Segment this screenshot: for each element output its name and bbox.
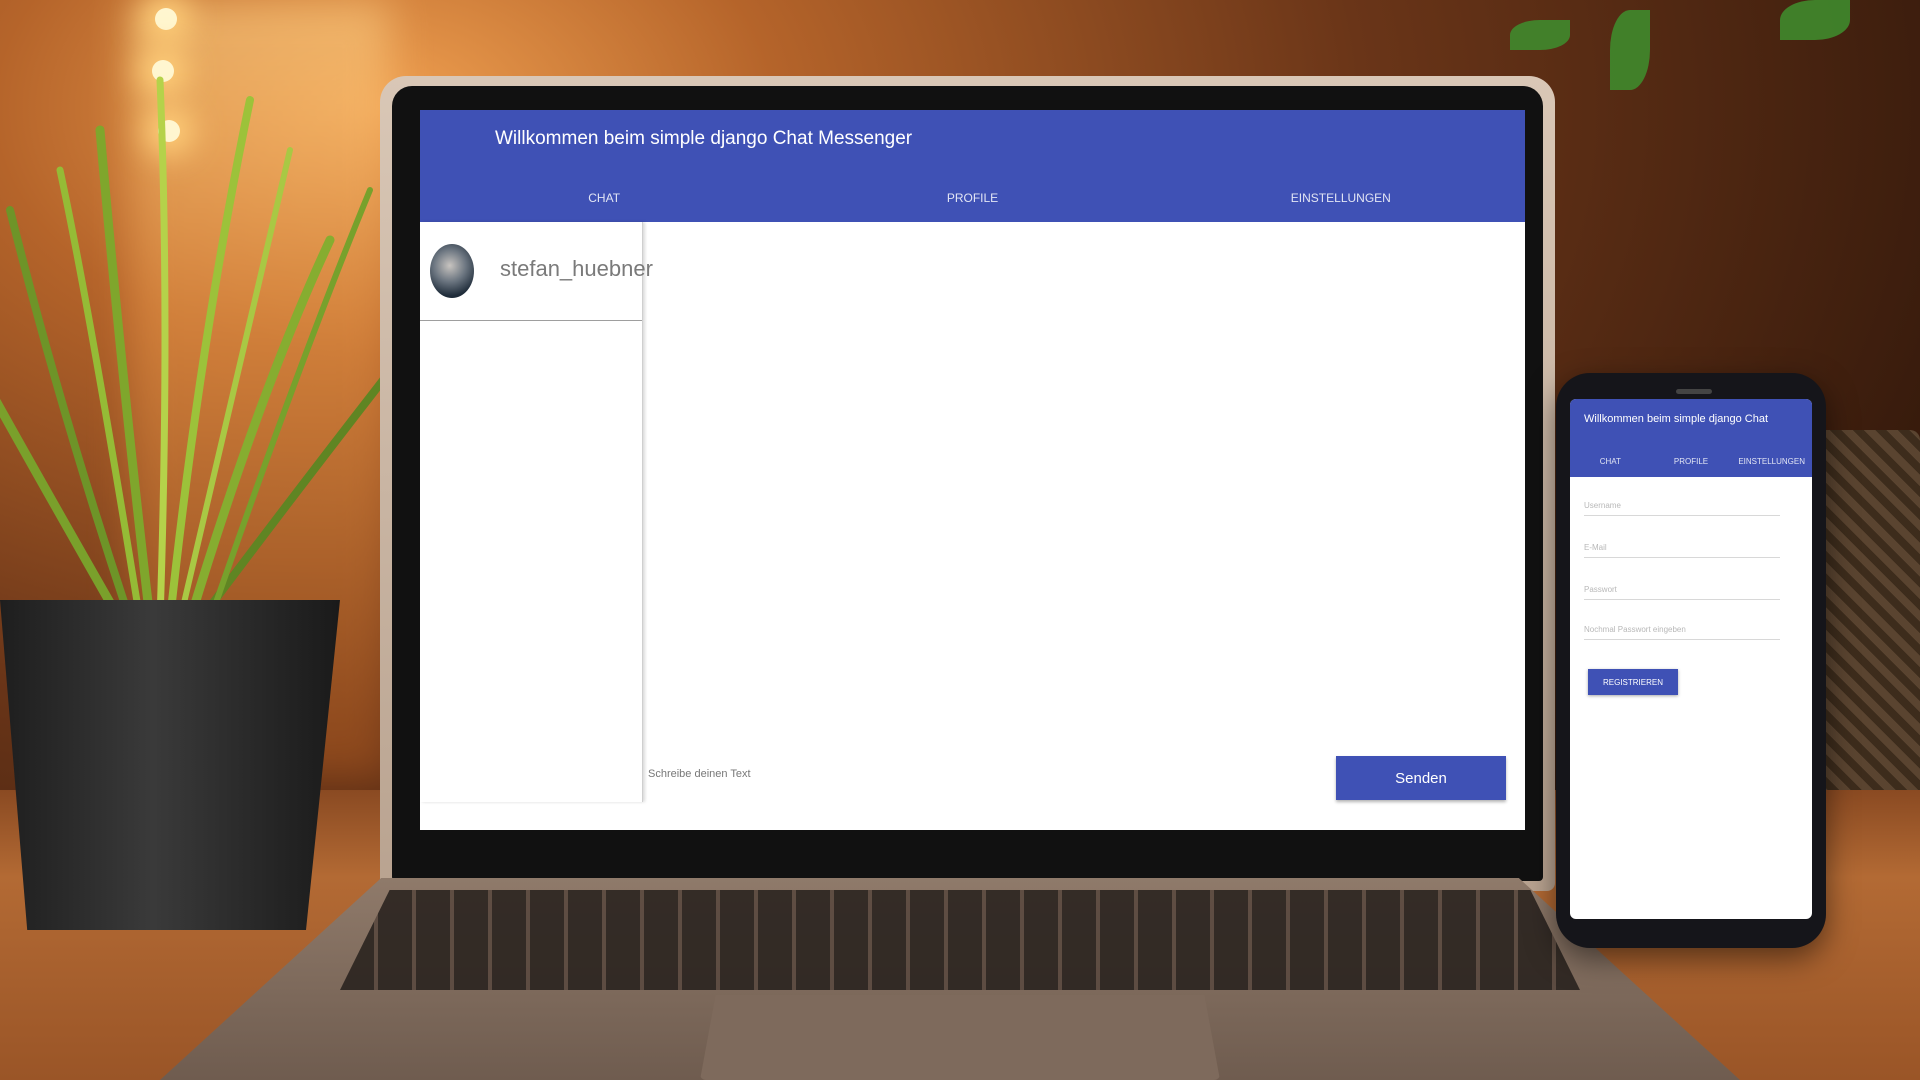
tab-chat[interactable]: CHAT bbox=[420, 174, 788, 222]
contact-sidebar: stefan_huebner bbox=[420, 222, 653, 802]
laptop-keyboard bbox=[340, 890, 1580, 990]
plant-leaves bbox=[0, 76, 434, 625]
laptop-screen: Willkommen beim simple django Chat Messe… bbox=[420, 110, 1525, 830]
string-light bbox=[155, 8, 177, 30]
register-button[interactable]: REGISTRIEREN bbox=[1588, 669, 1678, 695]
contact-name: stefan_huebner bbox=[500, 256, 653, 281]
tree-leaf bbox=[1510, 20, 1570, 50]
phone-tab-profile[interactable]: PROFILE bbox=[1651, 447, 1732, 477]
contact-item[interactable]: stefan_huebner bbox=[420, 222, 653, 321]
username-field[interactable]: Username bbox=[1584, 497, 1780, 516]
tab-settings[interactable]: EINSTELLUNGEN bbox=[1157, 174, 1525, 222]
app-header: Willkommen beim simple django Chat Messe… bbox=[420, 110, 1525, 222]
phone-screen: Willkommen beim simple django Chat CHAT … bbox=[1570, 399, 1812, 919]
chat-message-area bbox=[644, 222, 1525, 830]
phone-tab-bar: CHAT PROFILE EINSTELLUNGEN bbox=[1570, 447, 1812, 477]
send-button[interactable]: Senden bbox=[1336, 756, 1506, 800]
tab-bar: CHAT PROFILE EINSTELLUNGEN bbox=[420, 174, 1525, 222]
avatar bbox=[430, 244, 474, 298]
message-input[interactable]: Schreibe deinen Text bbox=[648, 768, 751, 780]
password-repeat-field[interactable]: Nochmal Passwort eingeben bbox=[1584, 621, 1780, 640]
email-field[interactable]: E-Mail bbox=[1584, 539, 1780, 558]
phone-tab-chat[interactable]: CHAT bbox=[1570, 447, 1651, 477]
plant-pot bbox=[0, 600, 340, 930]
app-title: Willkommen beim simple django Chat Messe… bbox=[495, 128, 913, 149]
tab-profile[interactable]: PROFILE bbox=[788, 174, 1156, 222]
smartphone: Willkommen beim simple django Chat CHAT … bbox=[1556, 373, 1826, 948]
phone-speaker bbox=[1676, 389, 1712, 394]
phone-app-title: Willkommen beim simple django Chat bbox=[1584, 413, 1769, 425]
tree-leaf bbox=[1780, 0, 1850, 40]
tree-leaf bbox=[1610, 10, 1650, 90]
password-field[interactable]: Passwort bbox=[1584, 581, 1780, 600]
laptop-trackpad bbox=[700, 995, 1220, 1080]
phone-tab-settings[interactable]: EINSTELLUNGEN bbox=[1731, 447, 1812, 477]
phone-app-header: Willkommen beim simple django Chat CHAT … bbox=[1570, 399, 1812, 477]
